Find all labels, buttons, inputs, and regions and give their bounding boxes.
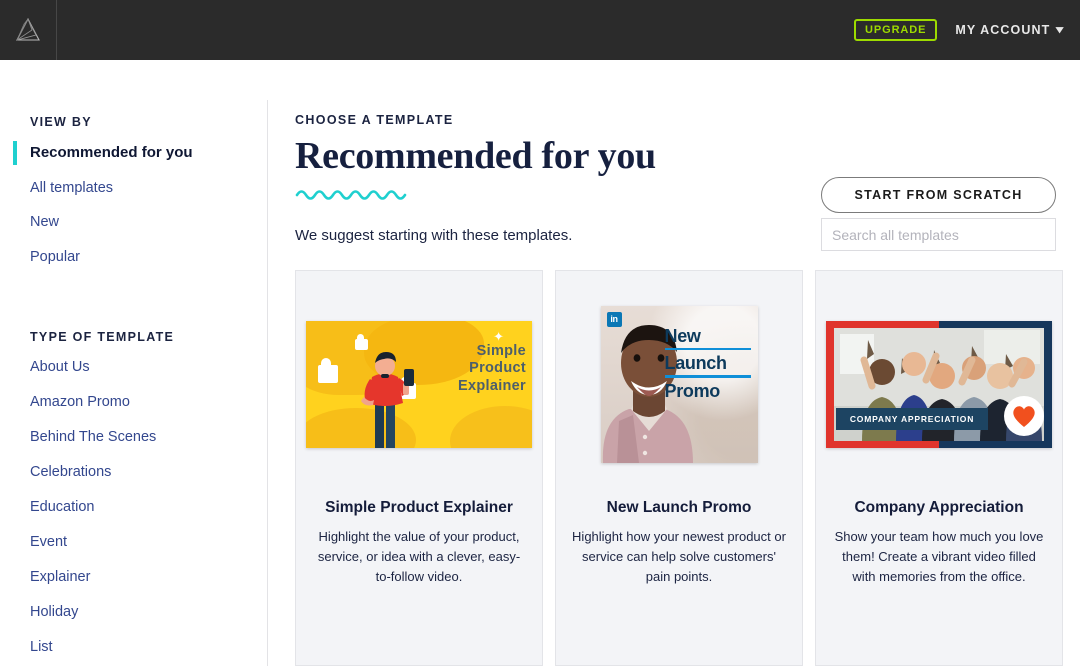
template-thumbnail: ✦ Simple Product Explainer [306, 271, 532, 497]
sidebar-item-label: Amazon Promo [30, 394, 130, 411]
sidebar-item-label: Behind The Scenes [30, 429, 157, 446]
sidebar-item-label: List [30, 638, 53, 655]
my-account-menu[interactable]: MY ACCOUNT ▾ [955, 23, 1064, 37]
view-by-heading: VIEW BY [30, 115, 92, 129]
vidyard-fan-logo-icon [16, 17, 40, 41]
banner-text: COMPANY APPRECIATION [836, 407, 988, 430]
heart-badge [1004, 395, 1044, 436]
card-description: Highlight how your newest product or ser… [572, 529, 786, 585]
card-title: Company Appreciation [854, 499, 1024, 516]
sidebar-item-label: About Us [30, 359, 90, 376]
sidebar-item-amazon-promo[interactable]: Amazon Promo [30, 394, 267, 411]
sidebar-item-label: New [30, 214, 60, 231]
sidebar-item-explainer[interactable]: Explainer [30, 568, 267, 586]
template-thumbnail: COMPANY APPRECIATION [826, 271, 1052, 497]
my-account-label: MY ACCOUNT [955, 23, 1051, 37]
sidebar-item-label: Explainer [30, 568, 91, 585]
company-appreciation-thumb: COMPANY APPRECIATION [826, 320, 1052, 448]
sidebar-item-label: Education [30, 499, 95, 516]
template-thumbnail: in New Launch Promo [600, 271, 758, 497]
divider-rule [664, 347, 751, 351]
topbar-actions: UPGRADE MY ACCOUNT ▾ [854, 19, 1080, 41]
sidebar-item-all-templates[interactable]: All templates [30, 179, 267, 197]
sidebar-item-recommended-for-you[interactable]: Recommended for you [13, 141, 267, 165]
sidebar-item-label: Popular [30, 249, 80, 266]
page-title: Recommended for you [295, 135, 656, 177]
section-eyebrow: CHOOSE A TEMPLATE [295, 113, 454, 127]
sidebar-item-event[interactable]: Event [30, 534, 267, 551]
template-card-new-launch-promo[interactable]: in New Launch Promo New Launch Promo Hig… [555, 270, 803, 666]
sidebar-item-label: Recommended for you [30, 144, 193, 161]
divider-rule [664, 375, 751, 378]
sidebar-item-behind-the-scenes[interactable]: Behind The Scenes [30, 429, 267, 446]
card-description: Show your team how much you love them! C… [834, 529, 1044, 585]
start-from-scratch-button[interactable]: START FROM SCRATCH [821, 177, 1056, 213]
filter-sidebar: VIEW BY Recommended for you All template… [0, 60, 267, 666]
card-description: Highlight the value of your product, ser… [317, 529, 521, 585]
sidebar-item-label: Event [30, 534, 68, 550]
thumb-text: New Launch Promo [664, 326, 751, 401]
sidebar-item-popular[interactable]: Popular [30, 249, 267, 266]
upgrade-button[interactable]: UPGRADE [854, 19, 938, 41]
template-card-grid: ✦ Simple Product Explainer Simple Produc… [295, 270, 1063, 666]
chevron-down-icon: ▾ [1056, 23, 1066, 36]
sidebar-item-label: Holiday [30, 603, 79, 620]
sidebar-item-celebrations[interactable]: Celebrations [30, 464, 267, 481]
card-title: Simple Product Explainer [325, 499, 513, 516]
sidebar-item-label: Celebrations [30, 464, 112, 481]
template-card-company-appreciation[interactable]: COMPANY APPRECIATION Company Appreciatio… [815, 270, 1063, 666]
explainer-illustration-thumb: ✦ Simple Product Explainer [306, 320, 532, 448]
sidebar-item-holiday[interactable]: Holiday [30, 603, 267, 621]
thumb-text: Simple Product Explainer [458, 342, 526, 394]
card-title: New Launch Promo [606, 499, 752, 516]
linkedin-icon: in [606, 311, 622, 327]
sidebar-item-label: All templates [30, 179, 114, 196]
template-card-simple-product-explainer[interactable]: ✦ Simple Product Explainer Simple Produc… [295, 270, 543, 666]
sidebar-item-list[interactable]: List [30, 638, 267, 656]
heart-icon [1013, 405, 1035, 427]
linkedin-promo-thumb: in New Launch Promo [600, 305, 758, 463]
app-logo[interactable] [0, 0, 57, 60]
top-navigation-bar: UPGRADE MY ACCOUNT ▾ [0, 0, 1080, 60]
sidebar-item-about-us[interactable]: About Us [30, 359, 267, 376]
sidebar-item-education[interactable]: Education [30, 499, 267, 516]
sidebar-item-new[interactable]: New [30, 214, 267, 231]
type-of-template-heading: TYPE OF TEMPLATE [30, 330, 175, 345]
thumbs-up-icon [318, 357, 338, 383]
person-illustration [361, 351, 414, 448]
search-input[interactable] [821, 218, 1056, 251]
